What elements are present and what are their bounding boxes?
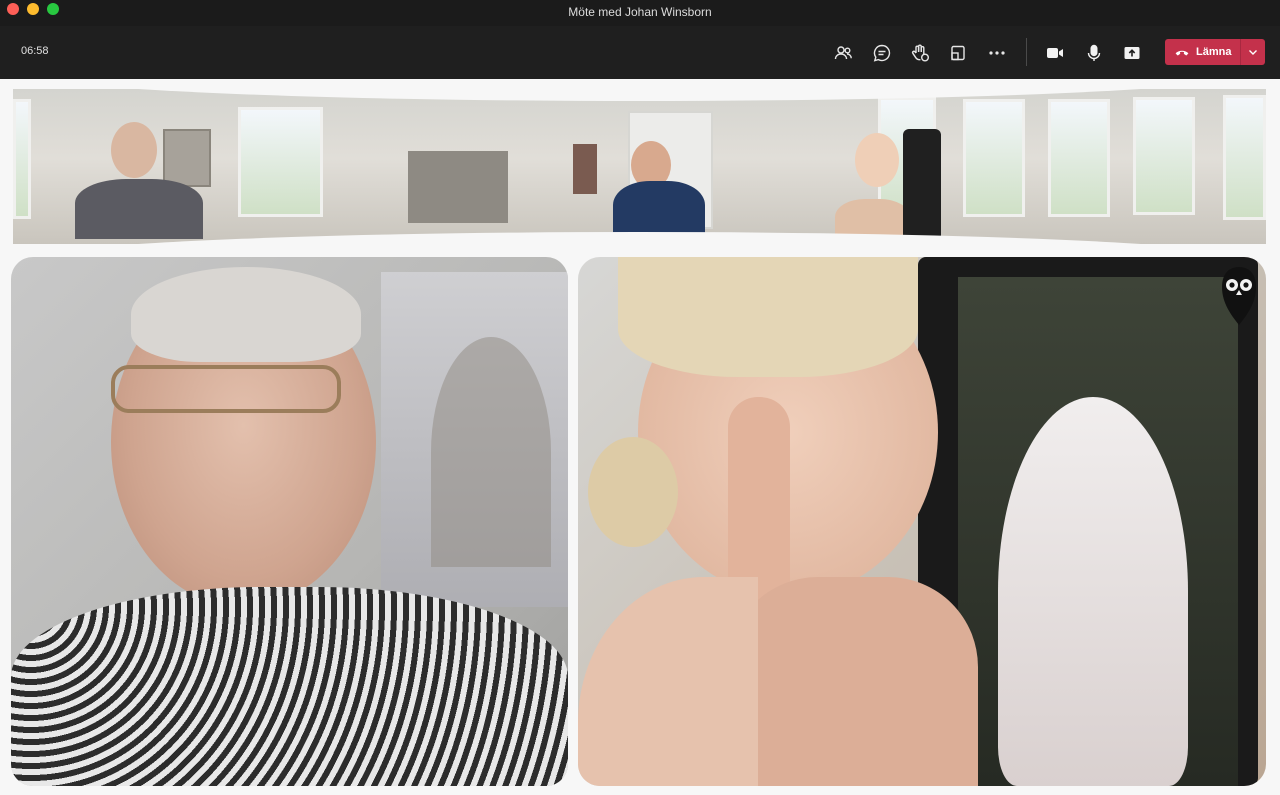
camera-button[interactable] [1042,40,1068,66]
person-hair [131,267,361,362]
share-tray-button[interactable] [945,40,971,66]
more-options-button[interactable] [984,40,1010,66]
participant-video-left[interactable] [11,257,568,786]
meeting-stage [0,79,1280,795]
person-head [855,133,899,187]
eyeglasses [111,365,341,413]
wall-painting [573,144,597,194]
share-screen-icon [1124,47,1140,59]
more-icon [989,51,1005,55]
chevron-down-icon [1249,50,1257,55]
share-tray-icon [951,45,965,61]
toolbar-divider [1026,38,1027,66]
chat-icon [873,44,891,62]
doorway [408,151,508,223]
window-shape [1133,97,1195,215]
people-icon [834,46,852,60]
person-patterned-top [11,587,568,786]
window-shape [13,99,31,219]
window-shape [238,107,323,217]
share-screen-button[interactable] [1119,40,1145,66]
reactions-icon [911,44,929,62]
window-shape [1048,99,1110,217]
reactions-button[interactable] [907,40,933,66]
crystal-image [998,397,1188,786]
chat-button[interactable] [869,40,895,66]
microphone-icon [1087,44,1101,61]
camera-icon [1047,48,1063,58]
leave-label: Lämna [1196,46,1232,58]
hand [728,577,978,786]
person-body [75,179,203,239]
title-bar: Möte med Johan Winsborn [0,0,1280,26]
window-shape [1223,95,1266,220]
painting-arch [431,337,551,567]
person-hair [618,257,918,377]
owl-logo-icon [1222,267,1256,325]
leave-options-button[interactable] [1241,39,1265,65]
leave-button[interactable]: Lämna [1165,39,1240,65]
microphone-button[interactable] [1081,40,1107,66]
room-panorama-video [13,89,1266,244]
meeting-toolbar: 06:58 Lämna [0,26,1280,79]
person-head [111,122,157,178]
phone [903,129,941,241]
hair-bun [588,437,678,547]
window-title: Möte med Johan Winsborn [568,5,712,19]
hang-up-icon [1175,50,1189,56]
shoulder [578,577,758,786]
window-shape [963,99,1025,217]
participant-video-right[interactable] [578,257,1266,786]
meeting-timer: 06:58 [21,45,49,57]
leave-meeting-control: Lämna [1165,39,1265,65]
people-button[interactable] [830,40,856,66]
wall-painting [163,129,211,187]
